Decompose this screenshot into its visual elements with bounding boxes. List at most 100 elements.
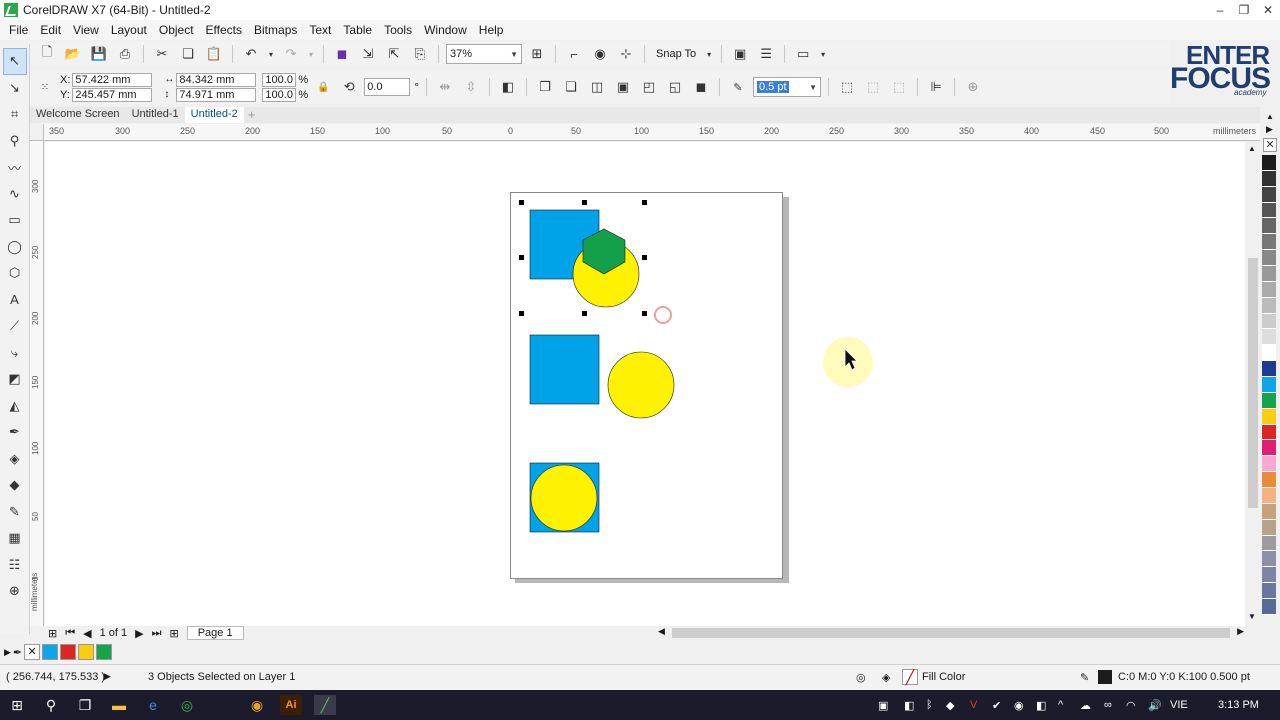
vertical-scroll-thumb[interactable] (1248, 258, 1258, 508)
edge-browser-icon[interactable]: e (142, 695, 164, 715)
doc-swatch-blue[interactable] (42, 644, 59, 660)
palette-swatch[interactable] (1262, 234, 1276, 251)
app-green-icon[interactable]: ◎ (176, 695, 198, 715)
add-page-before-icon[interactable]: ⊞ (48, 627, 57, 640)
tray-app-icon[interactable]: ▣ (878, 699, 888, 712)
selection-handle[interactable] (642, 311, 647, 316)
palette-swatch[interactable] (1262, 313, 1276, 330)
selection-handle[interactable] (582, 200, 587, 205)
selection-handle[interactable] (519, 255, 524, 260)
palette-swatch[interactable] (1262, 281, 1276, 298)
palette-swatch[interactable] (1262, 488, 1276, 504)
palette-swatch[interactable] (1262, 567, 1276, 584)
no-color-swatch[interactable]: ✕ (24, 644, 41, 660)
clock-time[interactable]: 3:13 PM (1218, 699, 1259, 711)
tray-app-icon[interactable]: V (970, 699, 977, 711)
file-explorer-icon[interactable]: ▬ (108, 695, 130, 715)
search-icon[interactable]: ⚲ (40, 695, 62, 715)
tray-app-icon[interactable]: ◧ (1036, 699, 1046, 712)
palette-swatch[interactable] (1262, 155, 1276, 171)
scroll-up-icon[interactable]: ▲ (1248, 144, 1256, 153)
page-1-tab[interactable]: Page 1 (186, 626, 244, 640)
no-color-swatch[interactable]: ✕ (1263, 138, 1277, 152)
status-expand-icon[interactable]: ▶ (104, 671, 111, 682)
show-hidden-icons[interactable]: ^ (1058, 699, 1063, 711)
palette-swatch[interactable] (1262, 329, 1276, 346)
palette-swatch[interactable] (1262, 392, 1276, 409)
wifi-icon[interactable]: ◠ (1126, 699, 1136, 712)
outline-pen-icon[interactable]: ✎ (1080, 671, 1089, 684)
cursor-coordinates: ( 256.744, 175.533 ) (6, 671, 106, 683)
selection-handle[interactable] (642, 200, 647, 205)
chrome-icon[interactable]: ◉ (246, 695, 268, 715)
tray-app-icon[interactable]: ◧ (904, 699, 914, 712)
tray-check-icon[interactable]: ✔ (992, 699, 1001, 712)
doc-swatch-yellow[interactable] (78, 644, 95, 660)
last-page-icon[interactable]: ⏭ (152, 627, 162, 640)
palette-swatch[interactable] (1262, 250, 1276, 267)
illustrator-icon[interactable]: Ai (280, 695, 302, 715)
windows-start-icon[interactable]: ⊞ (6, 695, 28, 715)
palette-swatch[interactable] (1262, 218, 1276, 235)
palette-swatch[interactable] (1262, 424, 1276, 441)
palette-swatch[interactable] (1262, 583, 1276, 600)
selection-handle[interactable] (642, 255, 647, 260)
palette-swatch[interactable] (1262, 408, 1276, 425)
volume-icon[interactable]: 🔊 (1148, 699, 1162, 712)
coreldraw-taskbar-icon[interactable]: ╱ (314, 695, 336, 715)
selection-handle[interactable] (519, 200, 524, 205)
previous-page-icon[interactable]: ◀ (83, 627, 91, 640)
vertical-scrollbar[interactable]: ▲ ▼ (1245, 142, 1261, 626)
palette-swatch[interactable] (1262, 361, 1276, 378)
palette-swatch[interactable] (1262, 297, 1276, 314)
palette-swatch[interactable] (1262, 535, 1276, 552)
color-palette[interactable] (1262, 155, 1276, 615)
input-language[interactable]: VIE (1170, 699, 1188, 711)
palette-swatch[interactable] (1262, 503, 1276, 520)
fill-color-label: Fill Color (922, 671, 966, 683)
yellow-circle-2[interactable] (607, 351, 675, 419)
next-page-icon[interactable]: ▶ (135, 627, 143, 640)
palette-swatch[interactable] (1262, 377, 1276, 393)
palette-swatch[interactable] (1262, 202, 1276, 219)
fill-bucket-icon[interactable]: ◈ (882, 671, 890, 684)
add-page-after-icon[interactable]: ⊞ (170, 627, 179, 640)
link-icon[interactable]: ∞ (1104, 699, 1112, 711)
palette-flyout-icon[interactable]: ▶ (1266, 124, 1273, 135)
palette-swatch[interactable] (1262, 345, 1276, 362)
scroll-down-icon[interactable]: ▼ (1248, 612, 1256, 621)
horizontal-scroll-thumb[interactable] (672, 628, 1230, 638)
fill-none-swatch[interactable]: ╱ (902, 669, 918, 685)
network-icon[interactable]: ☁ (1080, 699, 1091, 712)
eyedropper-icon[interactable]: ✒ (13, 646, 22, 659)
outline-color-swatch[interactable] (1098, 670, 1112, 684)
palette-swatch[interactable] (1262, 599, 1276, 615)
palette-swatch[interactable] (1262, 472, 1276, 489)
doc-swatch-red[interactable] (60, 644, 77, 660)
doc-swatch-green[interactable] (96, 644, 113, 660)
page-navigator: ⊞ ⏮ ◀ 1 of 1 ▶ ⏭ ⊞ Page 1 (44, 626, 656, 640)
bluetooth-icon[interactable]: ᛒ (926, 699, 933, 711)
palette-swatch[interactable] (1262, 266, 1276, 282)
blue-square-2[interactable] (529, 334, 600, 405)
palette-swatch[interactable] (1262, 440, 1276, 457)
first-page-icon[interactable]: ⏮ (65, 627, 75, 640)
scroll-right-icon[interactable]: ▶ (1237, 626, 1244, 637)
selection-handle[interactable] (519, 311, 524, 316)
palette-swatch[interactable] (1262, 519, 1276, 536)
task-view-icon[interactable]: ❐ (74, 695, 96, 715)
palette-swatch[interactable] (1262, 186, 1276, 203)
drawing-objects (519, 200, 873, 533)
scroll-left-icon[interactable]: ◀ (658, 626, 665, 637)
palette-scroll-up-icon[interactable]: ▲ (1266, 112, 1274, 121)
palette-swatch[interactable] (1262, 456, 1276, 473)
selection-handle[interactable] (582, 311, 587, 316)
yellow-circle-3[interactable] (530, 464, 598, 532)
palette-swatch[interactable] (1262, 170, 1276, 187)
palette-swatch[interactable] (1262, 551, 1276, 568)
tray-app-icon[interactable]: ◆ (946, 699, 954, 712)
horizontal-scrollbar[interactable]: ◀ ▶ (656, 626, 1246, 640)
tray-app-icon[interactable]: ◉ (1014, 699, 1024, 712)
color-proof-icon[interactable]: ◎ (856, 671, 866, 684)
palette-play-icon[interactable]: ▶ (4, 647, 11, 658)
